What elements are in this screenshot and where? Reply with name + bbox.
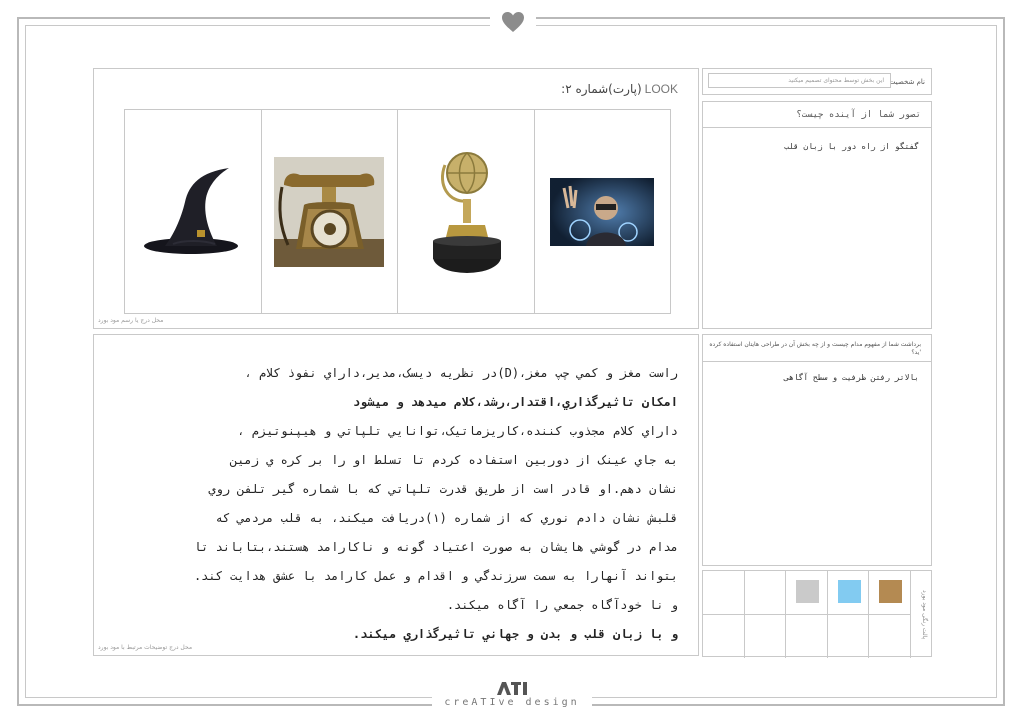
concept-question-heading: برداشت شما از مفهوم مدام چیست و از چه بخ…	[703, 335, 931, 362]
swatch-cell	[828, 614, 870, 658]
swatch-cell	[745, 614, 787, 658]
swatch-cell	[869, 614, 911, 658]
future-question-answer[interactable]: گفتگو از راه دور با زبان قلب	[784, 142, 919, 151]
heart-icon	[502, 12, 524, 32]
swatch-bronze	[879, 580, 903, 603]
look-title-rest: (پارت)شماره ۲:	[561, 82, 642, 96]
rotary-telephone-image	[274, 156, 385, 267]
future-question-heading: تصور شما از آینده چیست؟	[703, 102, 931, 128]
character-name-panel: نام شخصیت این بخش توسط محتوای تصمیم میکن…	[702, 68, 932, 95]
concept-question-answer[interactable]: بالاتر رفتن ظرفیت و سطح آگاهی	[784, 373, 919, 382]
ati-logo-icon	[497, 682, 527, 695]
story-line: قلبش نشان دادم نوري که از شماره (۱)درياف…	[215, 511, 678, 525]
image-cell-telephone	[260, 110, 398, 313]
story-line: مدام در گوشي هايشان به صورت اعتياد گونه …	[193, 540, 678, 554]
swatch-grid	[703, 571, 911, 658]
swatch-cell	[786, 571, 828, 615]
character-name-label: نام شخصیت	[888, 78, 925, 86]
story-text: راست مغز و کمي چپ مغز،(D)در نظريه ديسک،م…	[103, 359, 678, 649]
story-line: داراي کلام مجذوب کننده،کاريزماتيک،تواناي…	[237, 424, 678, 438]
image-cell-globe	[397, 110, 534, 313]
golden-globe-image	[426, 144, 505, 279]
swatch-gray	[796, 580, 820, 603]
story-panel: راست مغز و کمي چپ مغز،(D)در نظريه ديسک،م…	[93, 334, 699, 656]
futuristic-screen-image	[550, 177, 655, 246]
look-panel: LOOK(پارت)شماره ۲: محل درج یا رسم مود بو…	[93, 68, 699, 329]
story-line: به جاي عينک از دوربين استفاده کردم تا تس…	[230, 453, 678, 467]
look-title: LOOK(پارت)شماره ۲:	[561, 82, 678, 96]
concept-question-panel: برداشت شما از مفهوم مدام چیست و از چه بخ…	[702, 334, 932, 566]
moodboard-images	[124, 109, 671, 314]
story-line: راست مغز و کمي چپ مغز،(D)در نظريه ديسک،م…	[244, 366, 679, 380]
story-line: بتواند آنهارا به سمت سرزندگي و اقدام و ع…	[193, 569, 678, 583]
story-line: نشان دهم.او قادر است از طريق قدرت تلپاتي…	[208, 482, 678, 496]
swatch-cell	[786, 614, 828, 658]
look-note: محل درج یا رسم مود بورد	[98, 317, 164, 324]
footer-brand: creATIve design	[444, 697, 580, 708]
story-line: امکان تاثيرگذاري،اقتدار،رشد،کلام ميدهد و…	[352, 395, 678, 409]
look-title-latin: LOOK	[644, 82, 678, 96]
swatch-cell	[703, 571, 745, 615]
swatch-cell	[703, 614, 745, 658]
image-cell-hat	[125, 110, 261, 313]
story-line: و نا خودآگاه جمعي را آگاه ميکند.	[446, 598, 678, 612]
future-question-panel: تصور شما از آینده چیست؟ گفتگو از راه دور…	[702, 101, 932, 329]
story-note: محل درج توضیحات مرتبط با مود بورد	[98, 644, 193, 651]
color-palette-panel: پالت رنگی مود بورد	[702, 570, 932, 658]
wizard-hat-image	[143, 168, 238, 254]
swatch-cell	[869, 571, 911, 615]
swatch-light-blue	[837, 580, 861, 603]
image-cell-screen	[533, 110, 671, 313]
character-name-input[interactable]: این بخش توسط محتوای تصمیم میکنید	[708, 73, 891, 88]
swatch-cell	[744, 571, 787, 615]
palette-label: پالت رنگی مود بورد	[921, 590, 928, 640]
swatch-cell	[827, 571, 870, 615]
